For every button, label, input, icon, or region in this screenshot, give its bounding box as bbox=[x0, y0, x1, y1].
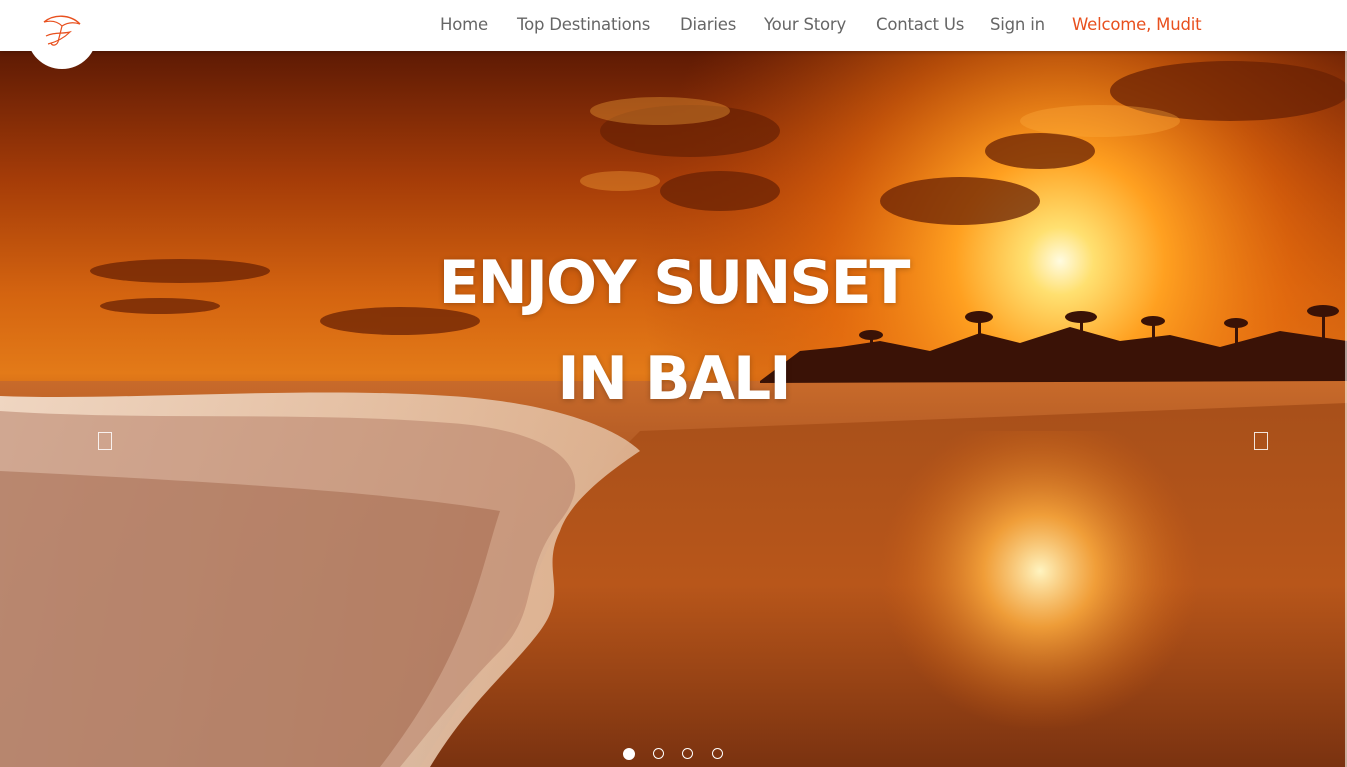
chevron-left-icon[interactable] bbox=[98, 432, 112, 450]
nav-your-story[interactable]: Your Story bbox=[764, 0, 846, 51]
top-navbar: Home Top Destinations Diaries Your Story… bbox=[0, 0, 1347, 51]
slide-dot-1[interactable] bbox=[623, 748, 635, 760]
hero-headline-line1: ENJOY SUNSET bbox=[438, 248, 910, 318]
slide-dot-2[interactable] bbox=[653, 748, 664, 759]
hero-slider: ENJOY SUNSET IN BALI bbox=[0, 51, 1347, 767]
nav-contact-us[interactable]: Contact Us bbox=[876, 0, 964, 51]
umbrella-bird-logo-icon bbox=[43, 15, 81, 46]
slider-pagination bbox=[0, 748, 1347, 760]
nav-home[interactable]: Home bbox=[440, 0, 488, 51]
nav-top-destinations[interactable]: Top Destinations bbox=[517, 0, 650, 51]
nav-sign-in[interactable]: Sign in bbox=[990, 0, 1045, 51]
site-logo[interactable] bbox=[27, 0, 97, 69]
hero-headline-line2: IN BALI bbox=[557, 344, 791, 414]
welcome-user-link[interactable]: Welcome, Mudit bbox=[1072, 0, 1202, 51]
slide-dot-4[interactable] bbox=[712, 748, 723, 759]
chevron-right-icon[interactable] bbox=[1254, 432, 1268, 450]
slide-dot-3[interactable] bbox=[682, 748, 693, 759]
nav-diaries[interactable]: Diaries bbox=[680, 0, 736, 51]
